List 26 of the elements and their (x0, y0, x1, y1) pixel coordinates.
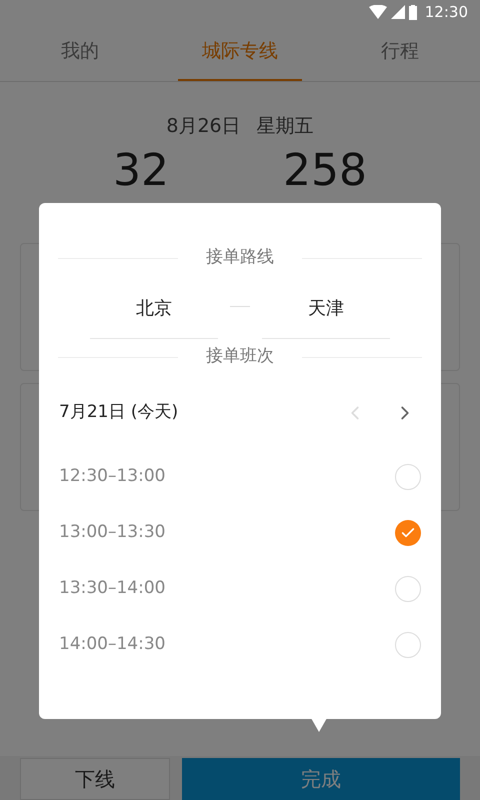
to-field[interactable]: 天津 (262, 291, 390, 339)
done-button[interactable]: 完成 (182, 758, 460, 800)
radio-icon[interactable] (395, 576, 421, 602)
checked-radio-icon[interactable] (395, 520, 421, 546)
signal-icon (390, 5, 405, 19)
tab[interactable]: 我的 (37, 24, 123, 81)
time-slot[interactable]: 14:00–14:30 (59, 632, 395, 658)
tab[interactable]: 城际专线 (178, 24, 302, 81)
time-slot[interactable]: 13:30–14:00 (59, 576, 395, 602)
section-heading: 接单班次 (205, 345, 275, 368)
radio-icon[interactable] (395, 632, 421, 658)
tab[interactable]: 行程 (357, 24, 443, 81)
stat-number: 32 (113, 146, 169, 194)
from-field[interactable]: 北京 (90, 291, 218, 339)
time-slot[interactable]: 12:30–13:00 (59, 464, 395, 490)
section-heading: 接单路线 (205, 246, 275, 270)
offline-button[interactable]: 下线 (20, 758, 170, 800)
time-slot[interactable]: 13:00–13:30 (59, 520, 395, 546)
wifi-icon (368, 5, 387, 19)
weekday-text: 星期五 (256, 114, 314, 139)
status-time: 12:30 (424, 2, 468, 23)
battery-icon (408, 4, 417, 20)
stat-number: 258 (283, 146, 367, 194)
radio-icon[interactable] (395, 464, 421, 490)
day-label: 7月21日 (今天) (59, 401, 180, 424)
date-text: 8月26日 (166, 114, 241, 139)
